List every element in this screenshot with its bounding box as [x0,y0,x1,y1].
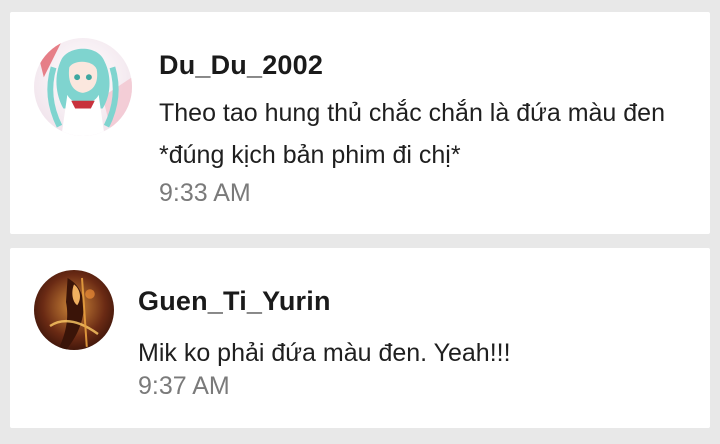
comment-message: Theo tao hung thủ chắc chắn là đứa màu đ… [159,99,665,169]
comment-timestamp: 9:33 AM [159,179,251,207]
comment-card: Du_Du_2002 Theo tao hung thủ chắc chắn l… [10,12,710,234]
comment-message: Mik ko phải đứa màu đen. Yeah!!! [138,339,511,367]
comment-timestamp: 9:37 AM [138,372,230,400]
avatar[interactable] [34,38,132,136]
avatar[interactable] [34,270,114,350]
anime-girl-avatar-icon [34,38,132,136]
comment-card: Guen_Ti_Yurin Mik ko phải đứa màu đen. Y… [10,248,710,428]
comment-username[interactable]: Guen_Ti_Yurin [138,286,331,317]
comment-username[interactable]: Du_Du_2002 [159,50,323,81]
warrior-avatar-icon [34,270,114,350]
